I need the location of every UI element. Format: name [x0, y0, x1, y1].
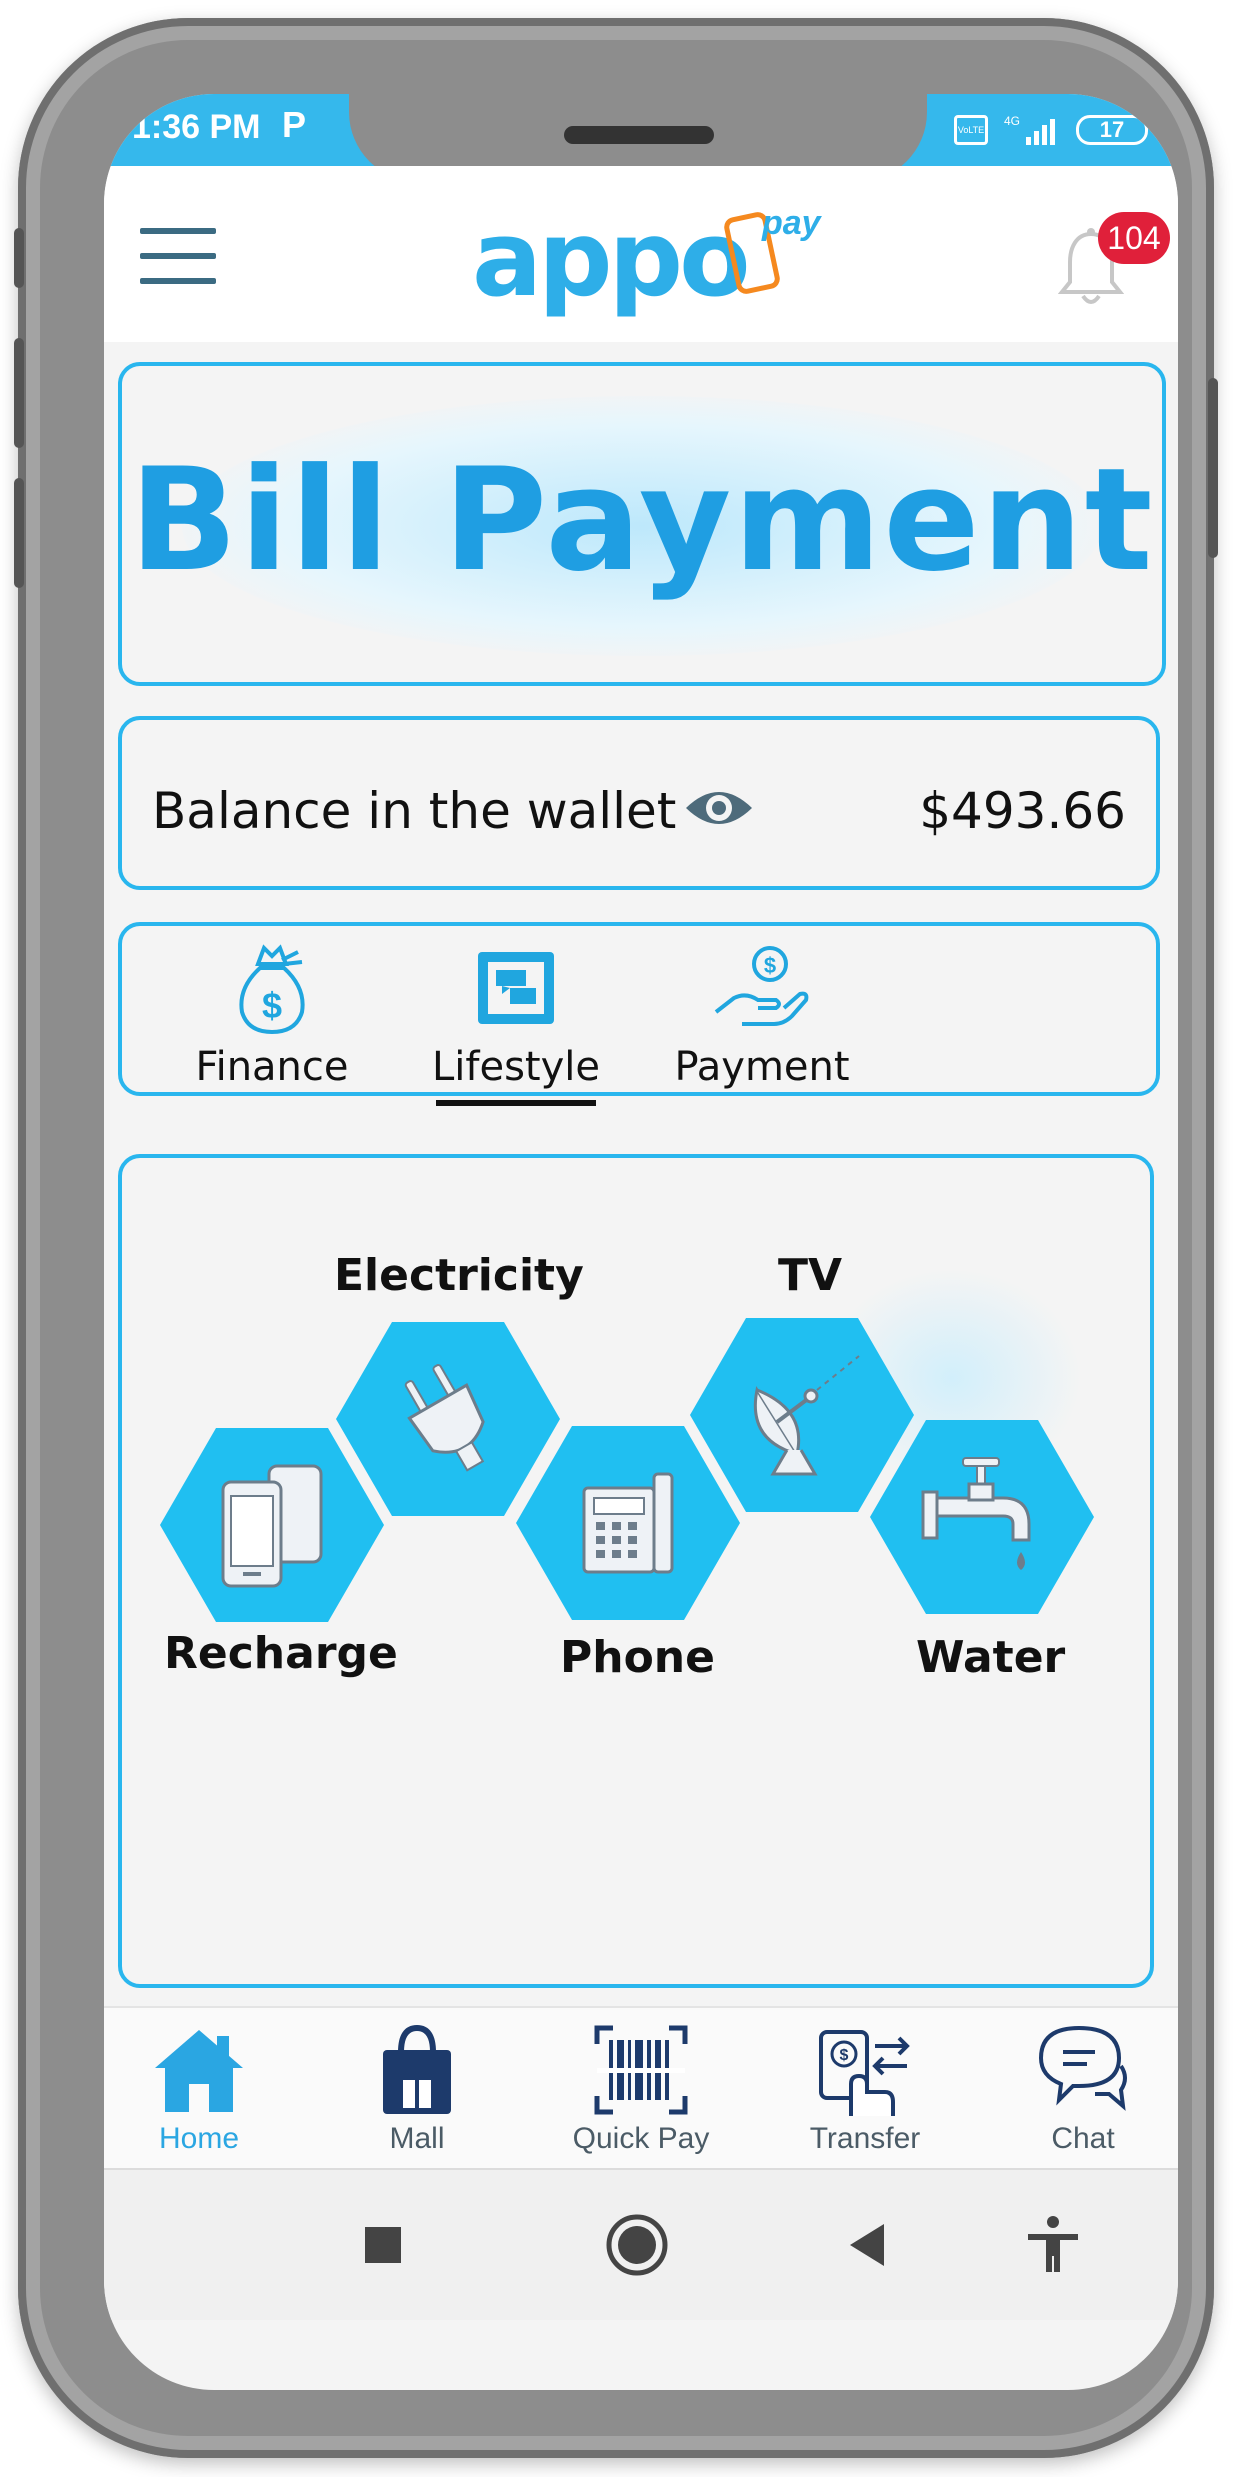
water-tap-icon [921, 1457, 1031, 1570]
signal-icon: 4G [1004, 114, 1055, 145]
nav-home-label: Home [158, 2122, 240, 2155]
status-time: 1:36 PM [132, 108, 261, 146]
service-recharge[interactable] [160, 1428, 384, 1622]
tab-lifestyle[interactable]: Lifestyle [416, 936, 616, 1106]
hand-coin-icon: $ [714, 946, 809, 1026]
network-type: 4G [1004, 114, 1020, 128]
service-label-electricity: Electricity [334, 1250, 584, 1301]
active-tab-indicator [436, 1100, 596, 1106]
tab-finance-label: Finance [195, 1044, 349, 1090]
shopping-bag-icon [383, 2024, 451, 2114]
notification-badge: 104 [1098, 212, 1170, 264]
bill-payment-banner: Bill Payment [118, 362, 1166, 686]
bottom-navigation: Home Mall Quick Pay $ Transfer Chat [104, 2006, 1178, 2168]
nav-home[interactable]: Home [114, 2016, 284, 2166]
appopay-logo: appo pay [472, 204, 852, 314]
mobile-phones-icon [221, 1464, 323, 1588]
plug-icon [404, 1364, 485, 1472]
battery-level: 17 [1099, 117, 1125, 142]
volume-down-button [14, 478, 24, 588]
service-label-recharge: Recharge [164, 1628, 398, 1679]
nav-transfer-label: Transfer [809, 2122, 921, 2155]
tab-lifestyle-label: Lifestyle [431, 1044, 600, 1090]
tab-payment[interactable]: $ Payment [662, 936, 862, 1090]
balance-amount: $493.66 [919, 782, 1126, 840]
volte-label: VoLTE [957, 125, 985, 135]
nav-quick-pay-label: Quick Pay [572, 2122, 710, 2155]
balance-label: Balance in the wallet [152, 782, 677, 840]
parking-icon: P [282, 104, 307, 145]
nav-mall[interactable]: Mall [332, 2016, 502, 2166]
services-panel: Electricity TV Recharge Phone Water [118, 1154, 1154, 1988]
nav-chat-label: Chat [1051, 2122, 1115, 2155]
recents-button-icon[interactable] [348, 2210, 418, 2280]
tab-payment-label: Payment [674, 1044, 850, 1090]
home-button-icon[interactable] [602, 2210, 672, 2280]
telephone-icon [582, 1472, 674, 1574]
service-label-phone: Phone [560, 1632, 715, 1683]
system-navigation-bar [104, 2168, 1178, 2320]
service-phone[interactable] [516, 1426, 740, 1620]
nav-mall-label: Mall [389, 2122, 445, 2155]
service-label-tv: TV [778, 1250, 843, 1301]
back-button-icon[interactable] [832, 2210, 902, 2280]
logo-wordmark: appo [472, 204, 751, 314]
nav-chat[interactable]: Chat [998, 2016, 1168, 2166]
nav-transfer[interactable]: $ Transfer [780, 2016, 950, 2166]
power-button [1208, 378, 1218, 558]
app-header: appo pay 104 [104, 166, 1178, 342]
logo-app-text: appo [472, 198, 751, 320]
logo-pay-text: pay [762, 204, 821, 242]
hamburger-menu-icon[interactable] [140, 228, 216, 288]
volte-icon: VoLTE [954, 115, 988, 145]
app-screen: 1:36 PM P VoLTE 4G 17 appo pay 104 Bill … [104, 94, 1178, 2390]
svg-text:$: $ [262, 985, 282, 1026]
accessibility-button-icon[interactable] [1018, 2210, 1088, 2280]
status-icons: VoLTE 4G 17 [954, 108, 1148, 152]
service-electricity[interactable] [336, 1322, 560, 1516]
service-label-water: Water [916, 1632, 1066, 1683]
phone-frame: 1:36 PM P VoLTE 4G 17 appo pay 104 Bill … [14, 18, 1218, 2458]
tab-finance[interactable]: $ Finance [172, 936, 372, 1090]
category-tabs: $ Finance Lifestyle $ Payment [118, 922, 1160, 1106]
svg-text:$: $ [840, 2047, 849, 2064]
chat-icon [1038, 2025, 1127, 2111]
barcode-scan-icon [594, 2025, 688, 2115]
battery-icon: 17 [1076, 115, 1148, 145]
page-title: Bill Payment [129, 438, 1155, 603]
nav-quick-pay[interactable]: Quick Pay [556, 2016, 726, 2166]
money-bag-icon: $ [239, 944, 305, 1034]
lifestyle-icon [478, 952, 554, 1024]
svg-text:$: $ [764, 953, 776, 978]
home-icon [155, 2030, 243, 2112]
wallet-balance-card: Balance in the wallet $493.66 [118, 716, 1160, 890]
volume-up-button [14, 338, 24, 448]
satellite-dish-icon [753, 1355, 860, 1476]
eye-icon[interactable] [682, 782, 756, 834]
speaker-grille [564, 126, 714, 144]
transfer-icon: $ [819, 2030, 910, 2116]
side-button [14, 228, 24, 288]
